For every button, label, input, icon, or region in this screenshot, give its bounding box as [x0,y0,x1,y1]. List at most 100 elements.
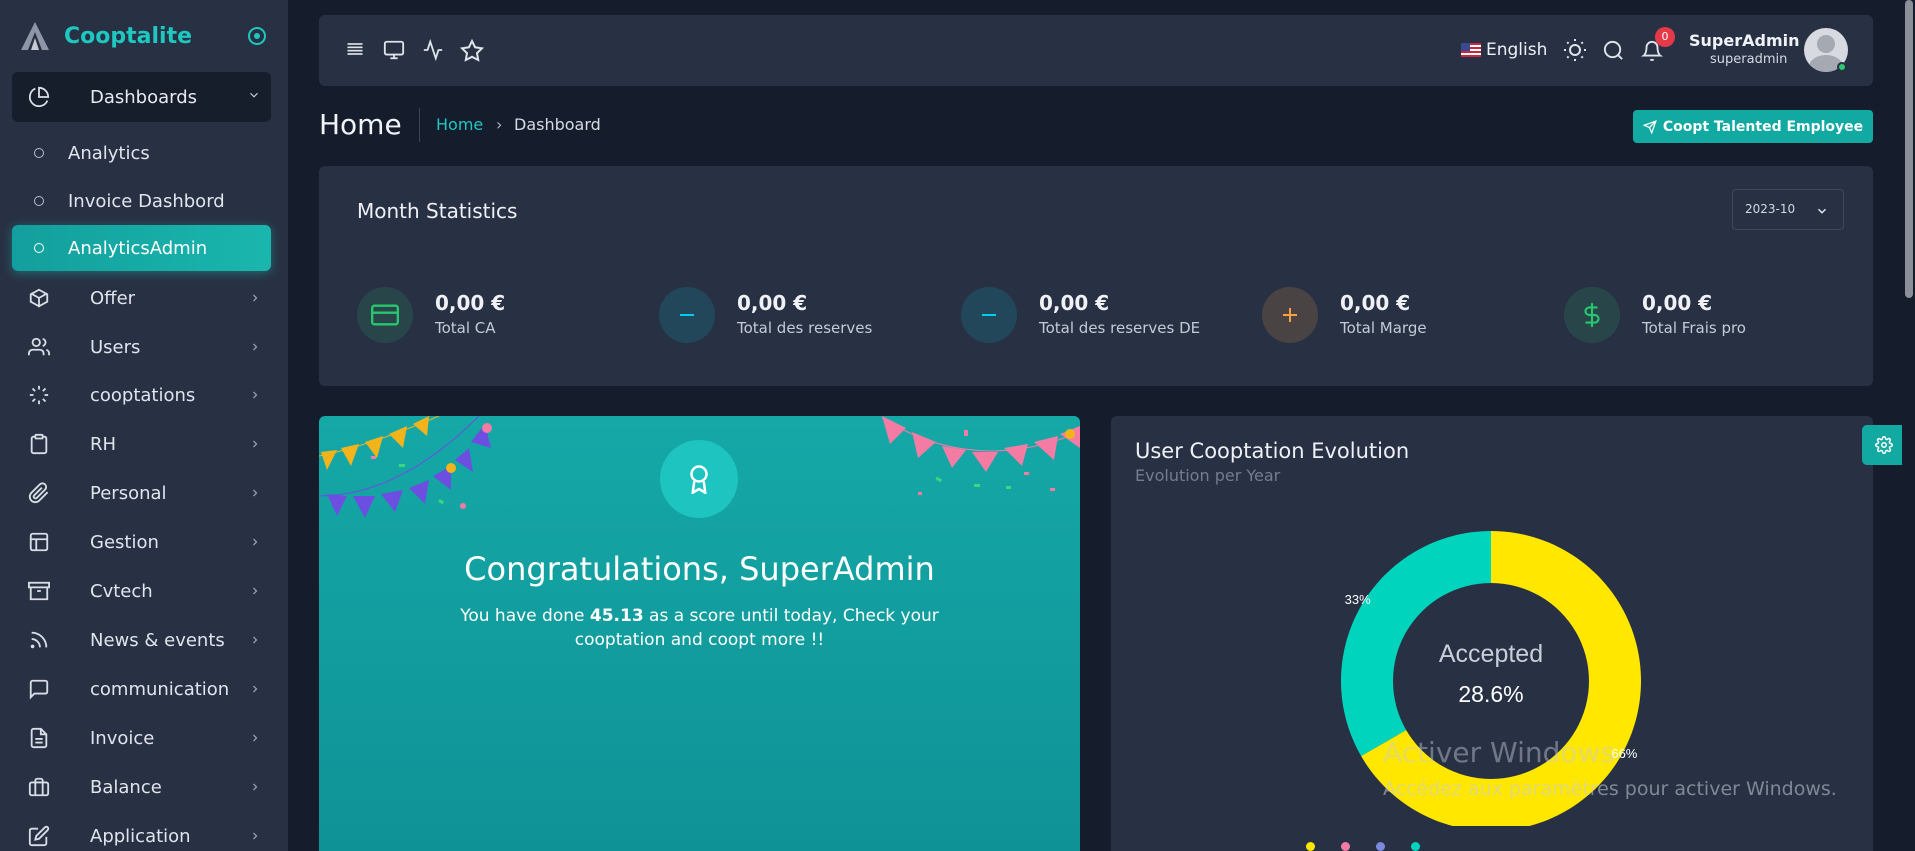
stat-value: 0,00 € [1642,291,1713,315]
page-scrollbar-thumb[interactable] [1905,0,1913,298]
chevron-right-icon [253,636,258,644]
circle-icon [34,148,44,158]
breadcrumb-separator: › [496,115,503,134]
customizer-toggle[interactable] [1862,425,1906,465]
sidebar-item-users[interactable]: Users [12,325,271,369]
legend-item[interactable] [1306,842,1321,851]
congratulations-text-before: You have done [460,606,590,626]
month-select[interactable]: 2023-10 [1732,189,1844,230]
activity-icon[interactable] [422,39,444,61]
sidebar: Cooptalite Dashboards Analytics Invoice … [0,0,288,851]
minus-icon [659,287,715,343]
stat-value: 0,00 € [435,291,506,315]
chevron-right-icon [253,685,258,693]
brand[interactable]: Cooptalite [20,20,270,52]
evolution-subtitle: Evolution per Year [1135,466,1281,485]
breadcrumb-current: Dashboard [514,115,601,134]
sidebar-item-label: Dashboards [90,86,198,108]
notification-badge: 0 [1655,27,1675,47]
chevron-right-icon [253,294,258,302]
sun-icon[interactable] [1563,38,1587,62]
search-icon[interactable] [1602,39,1625,62]
avatar-head [1817,35,1835,53]
sidebar-item-personal[interactable]: Personal [12,471,271,515]
congratulations-text: You have done 45.13 as a score until tod… [429,604,970,652]
minus-icon [961,287,1017,343]
chevron-right-icon [253,440,258,448]
windows-activation-title: Activer Windows [1383,736,1616,769]
sidebar-item-cvtech[interactable]: Cvtech [12,569,271,613]
stat-label: Total Marge [1340,319,1427,337]
donut-slice-label: 66% [1611,746,1637,761]
sidebar-item-gestion[interactable]: Gestion [12,520,271,564]
breadcrumb-home[interactable]: Home [436,115,483,134]
stat-label: Total des reserves DE [1039,319,1201,337]
menu-icon[interactable] [345,39,365,59]
sidebar-item-label: cooptations [90,384,196,406]
chevron-right-icon [253,343,258,351]
donut-center-label: Accepted [1439,640,1543,668]
sidebar-item-balance[interactable]: Balance [12,765,271,809]
stat-label: Total Frais pro [1642,319,1746,337]
brand-name: Cooptalite [64,23,193,49]
circle-icon [34,243,44,253]
windows-activation-text: Accédez aux paramètres pour activer Wind… [1383,778,1837,800]
legend-item[interactable] [1411,842,1426,851]
file-text-icon [30,727,48,749]
award-icon [690,465,708,494]
topbar: English 0 SuperAdmin superadmin [319,15,1873,86]
sidebar-item-rh[interactable]: RH [12,422,271,466]
sidebar-subitem-analyticsadmin[interactable]: AnalyticsAdmin [12,225,271,271]
chevron-right-icon [253,734,258,742]
logo-icon [21,22,49,50]
donut-slice-label: 33% [1345,592,1371,607]
score-value: 45.13 [589,606,644,626]
sidebar-item-application[interactable]: Application [12,814,271,851]
sidebar-item-label: communication [90,678,230,700]
chevron-right-icon [253,538,258,546]
chart-legend [1306,840,1442,851]
send-icon [1642,119,1657,134]
chevron-right-icon [253,391,258,399]
language-selector[interactable]: English [1461,40,1547,60]
rss-icon [30,631,48,649]
legend-item[interactable] [1376,842,1391,851]
stat-value: 0,00 € [1340,291,1411,315]
sidebar-item-label: RH [90,433,117,455]
star-icon[interactable] [460,39,484,63]
sidebar-item-label: Gestion [90,531,159,553]
header-divider [419,108,420,142]
edit-icon [28,825,50,847]
chevron-right-icon [253,489,258,497]
sidebar-item-offer[interactable]: Offer [12,276,271,320]
legend-item[interactable] [1341,842,1356,851]
page-title: Home [319,108,402,141]
sidebar-item-news-events[interactable]: News & events [12,618,271,662]
sidebar-collapse-toggle-icon[interactable] [248,27,266,45]
monitor-icon[interactable] [383,39,405,61]
chevron-right-icon [253,587,258,595]
sidebar-subitem-invoice-dashboard[interactable]: Invoice Dashbord [12,178,271,224]
circle-icon [34,196,44,206]
sidebar-item-dashboards[interactable]: Dashboards [12,72,271,122]
credit-card-icon [357,287,413,343]
congratulations-title: Congratulations, SuperAdmin [464,550,935,588]
sidebar-subitem-analytics[interactable]: Analytics [12,130,271,176]
chevron-right-icon [253,832,258,840]
confetti-right-decoration [881,416,1080,495]
user-name[interactable]: SuperAdmin [1689,31,1800,50]
sidebar-item-invoice[interactable]: Invoice [12,716,271,760]
loader-icon [29,385,49,405]
stat-value: 0,00 € [737,291,808,315]
sidebar-item-cooptations[interactable]: cooptations [12,373,271,417]
sidebar-item-label: Users [90,336,141,358]
sidebar-item-communication[interactable]: communication [12,667,271,711]
sidebar-item-label: Offer [90,287,136,309]
coopt-talented-employee-button[interactable]: Coopt Talented Employee [1633,110,1873,143]
users-icon [28,337,50,356]
sidebar-subitem-label: Analytics [68,142,150,164]
briefcase-icon [28,777,50,797]
pie-chart-icon [28,86,50,107]
chevron-down-icon [250,92,258,98]
archive-icon [28,581,50,601]
